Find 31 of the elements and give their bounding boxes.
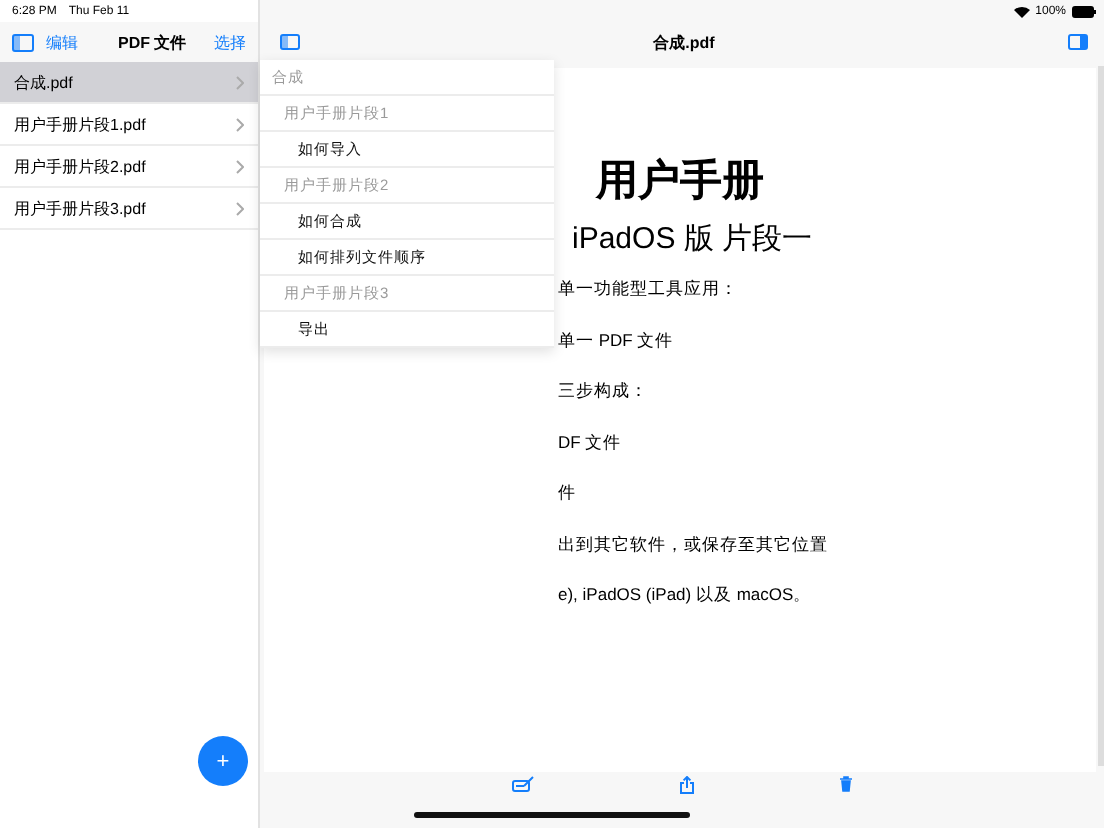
page-heading: 用户手册 [596,155,764,208]
file-name: 合成.pdf [14,71,73,93]
page-text: e), iPadOS (iPad) 以及 macOS。 [558,584,814,608]
chevron-icon [236,159,244,173]
page-text: 三步构成： [558,380,650,404]
sidebar-toggle-icon[interactable] [12,33,34,51]
page-text: 出到其它软件，或保存至其它位置 [558,533,830,557]
file-name: 用户手册片段3.pdf [14,197,146,219]
chevron-icon [236,201,244,215]
add-button[interactable]: + [198,736,248,786]
inspector-toggle-icon[interactable] [1068,34,1088,50]
sidebar-toggle-icon[interactable] [280,34,300,50]
chevron-icon [236,75,244,89]
file-row[interactable]: 合成.pdf [0,62,258,104]
document-title: 合成.pdf [653,31,715,53]
share-icon[interactable] [679,776,694,794]
sidebar-title: PDF 文件 [118,31,189,53]
wifi-icon [1013,5,1030,17]
page-text: 单一 PDF 文件 [558,329,676,353]
page-text: 件 [558,482,578,506]
page-text: 单一功能型工具应用： [558,278,740,302]
page-subheading: iPadOS 版 片段一 [572,220,815,258]
page-text: DF 文件 [558,431,624,455]
trash-icon[interactable] [839,776,852,792]
battery-icon [1072,5,1096,17]
signature-icon[interactable] [512,776,535,792]
file-name: 用户手册片段2.pdf [14,155,146,177]
edit-button[interactable]: 编辑 [46,31,78,53]
select-button[interactable]: 选择 [214,31,246,53]
chevron-icon [236,117,244,131]
file-name: 用户手册片段1.pdf [14,113,146,135]
